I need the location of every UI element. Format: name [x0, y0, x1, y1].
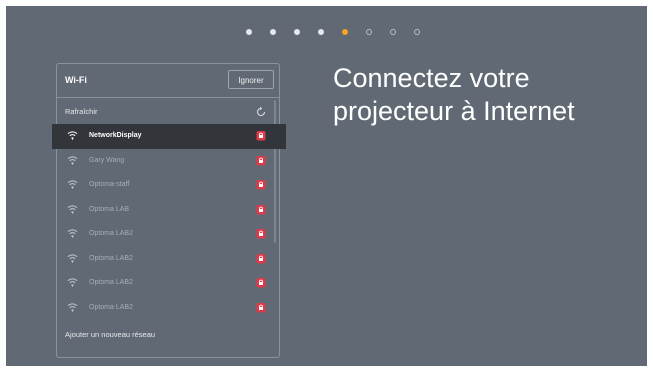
heading-line-2: projecteur à Internet: [333, 96, 575, 126]
wifi-icon: [67, 253, 78, 263]
network-list: NetworkDisplay Gary Wang Optoma-staff Op…: [52, 124, 286, 321]
setup-screen: Connectez votre projecteur à Internet Wi…: [6, 6, 647, 366]
wifi-icon: [67, 229, 78, 239]
add-network-button[interactable]: Ajouter un nouveau réseau: [65, 330, 155, 339]
network-row[interactable]: Gary Wang: [57, 149, 279, 174]
step-dot-7: [389, 29, 396, 35]
wifi-icon: [67, 278, 78, 288]
step-progress-indicator: [6, 29, 647, 35]
network-name: Optoma-staff: [89, 181, 130, 188]
wifi-icon: [67, 131, 78, 141]
step-dot-8: [413, 29, 420, 35]
network-row[interactable]: Optoma LAB2: [57, 296, 279, 321]
wifi-panel-title: Wi-Fi: [65, 75, 87, 85]
wifi-icon: [67, 302, 78, 312]
step-dot-1: [245, 29, 252, 35]
lock-icon: [256, 229, 266, 239]
lock-icon: [256, 253, 266, 263]
network-name: Gary Wang: [89, 156, 125, 164]
network-name: Optoma LAB: [89, 205, 130, 213]
network-row[interactable]: Optoma LAB: [57, 198, 279, 223]
lock-icon: [256, 131, 266, 141]
wifi-panel: Wi-Fi Ignorer Rafraîchir NetworkDisplay: [52, 63, 286, 358]
lock-icon: [256, 155, 266, 165]
network-name: Optoma LAB2: [89, 254, 133, 262]
wifi-icon: [67, 180, 78, 190]
network-row-networkdisplay[interactable]: NetworkDisplay: [52, 124, 286, 149]
network-row[interactable]: Optoma LAB2: [57, 247, 279, 272]
step-dot-4: [317, 29, 324, 35]
lock-icon: [256, 180, 266, 190]
refresh-icon: [256, 106, 266, 117]
step-dot-3: [293, 29, 300, 35]
network-name: Optoma LAB2: [89, 230, 133, 237]
heading-line-1: Connectez votre: [333, 63, 530, 93]
wifi-panel-header: Wi-Fi Ignorer: [57, 64, 279, 98]
network-name: NetworkDisplay: [89, 132, 142, 139]
network-name: Optoma LAB2: [89, 303, 133, 311]
page-heading: Connectez votre projecteur à Internet: [333, 62, 633, 128]
wifi-icon: [67, 155, 78, 165]
ignore-button[interactable]: Ignorer: [228, 70, 274, 89]
network-row[interactable]: Optoma LAB2: [57, 271, 279, 296]
lock-icon: [256, 278, 266, 288]
network-row[interactable]: Optoma LAB2: [57, 222, 279, 247]
refresh-row[interactable]: Rafraîchir: [57, 102, 279, 122]
wifi-icon: [67, 204, 78, 214]
lock-icon: [256, 302, 266, 312]
step-dot-5-current: [341, 29, 348, 35]
step-dot-6: [365, 29, 372, 35]
network-row[interactable]: Optoma-staff: [57, 173, 279, 198]
network-name: Optoma LAB2: [89, 279, 133, 286]
lock-icon: [256, 204, 266, 214]
step-dot-2: [269, 29, 276, 35]
refresh-label: Rafraîchir: [65, 107, 98, 116]
